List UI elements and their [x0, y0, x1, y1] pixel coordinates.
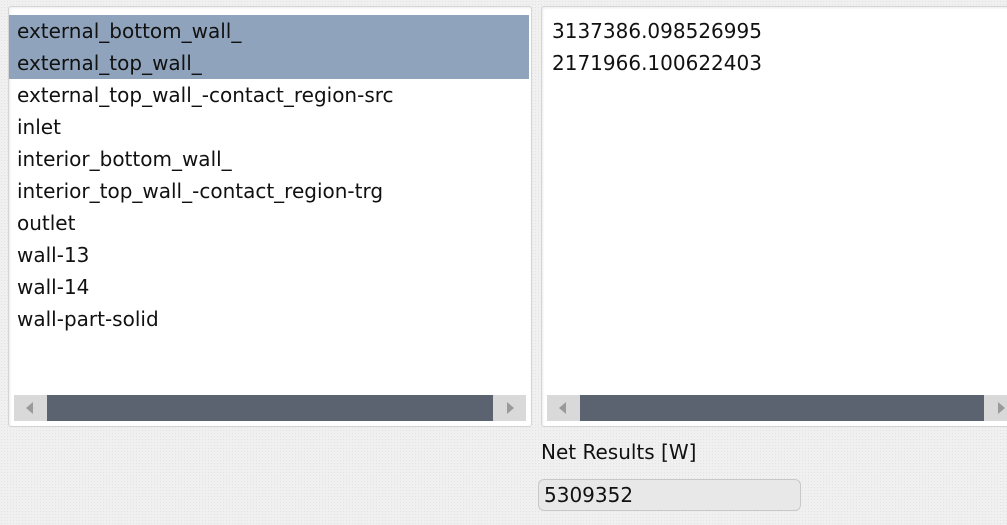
zone-item-external-bottom-wall[interactable]: external_bottom_wall_: [9, 15, 529, 47]
results-horizontal-scrollbar[interactable]: [547, 395, 1007, 421]
zones-list-panel[interactable]: external_bottom_wall_ external_top_wall_…: [8, 6, 532, 427]
zones-scroll-thumb[interactable]: [47, 395, 493, 421]
zone-item-wall-14[interactable]: wall-14: [9, 271, 531, 303]
results-list[interactable]: 3137386.098526995 2171966.100622403: [542, 15, 1007, 79]
results-list-panel[interactable]: 3137386.098526995 2171966.100622403: [541, 6, 1007, 427]
zone-item-wall-part-solid[interactable]: wall-part-solid: [9, 303, 531, 335]
zones-horizontal-scrollbar[interactable]: [14, 395, 526, 421]
results-scroll-thumb[interactable]: [580, 395, 984, 421]
zone-item-inlet[interactable]: inlet: [9, 111, 531, 143]
result-value: 3137386.098526995: [552, 19, 762, 43]
zone-item-external-top-wall-contact-src[interactable]: external_top_wall_-contact_region-src: [9, 79, 531, 111]
scroll-left-arrow-icon[interactable]: [14, 395, 47, 421]
net-results-label: Net Results [W]: [541, 440, 697, 464]
scroll-right-arrow-icon[interactable]: [984, 395, 1007, 421]
zone-item-wall-13[interactable]: wall-13: [9, 239, 531, 271]
result-value: 2171966.100622403: [552, 51, 762, 75]
net-results-field[interactable]: [538, 479, 801, 511]
zone-item-external-top-wall[interactable]: external_top_wall_: [9, 47, 529, 79]
scroll-right-arrow-icon[interactable]: [493, 395, 526, 421]
zone-item-outlet[interactable]: outlet: [9, 207, 531, 239]
scroll-left-arrow-icon[interactable]: [547, 395, 580, 421]
zone-item-interior-bottom-wall[interactable]: interior_bottom_wall_: [9, 143, 531, 175]
zone-item-interior-top-wall-contact-trg[interactable]: interior_top_wall_-contact_region-trg: [9, 175, 531, 207]
zones-list[interactable]: external_bottom_wall_ external_top_wall_…: [9, 15, 531, 335]
